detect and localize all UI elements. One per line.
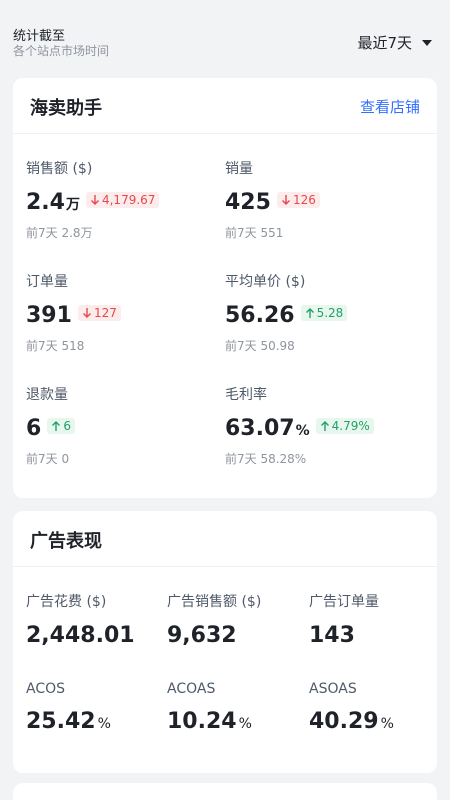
delta-value: 126 <box>292 193 316 207</box>
metric-previous: 前7天 58.28% <box>225 452 307 466</box>
ad-metric-value: 9,632 <box>167 623 237 648</box>
metric-value: 6 <box>26 416 42 441</box>
metric-label: 订单量 <box>26 274 68 290</box>
ad-metric-acoas: ACOAS 10.24 % <box>167 681 252 734</box>
metric-previous: 前7天 0 <box>26 452 70 466</box>
metric-value: 56.26 <box>225 303 295 328</box>
delta-value: 6 <box>63 419 71 433</box>
ad-metric-unit: % <box>380 716 394 732</box>
ad-metric-acos: ACOS 25.42 % <box>26 681 111 734</box>
arrow-down-icon <box>90 195 99 205</box>
cutoff-subtitle: 各个站点市场时间 <box>13 44 110 58</box>
metric-unit: 万 <box>65 197 80 213</box>
metric-orders: 订单量 391 127 前7天 518 <box>26 271 121 354</box>
date-range-value: 最近7天 <box>357 34 412 52</box>
metric-value: 2.4 <box>26 190 65 215</box>
delta-badge: 4,179.67 <box>85 192 160 208</box>
arrow-up-icon <box>320 421 329 431</box>
ad-metric-value: 25.42 <box>26 709 96 734</box>
delta-value: 4,179.67 <box>101 193 156 207</box>
ad-metric-sales: 广告销售额 ($) 9,632 <box>167 591 261 648</box>
ad-metric-label: ACOS <box>26 681 66 697</box>
metric-avg-price: 平均单价 ($) 56.26 5.28 前7天 50.98 <box>225 271 348 354</box>
delta-badge: 6 <box>47 418 75 434</box>
ad-metric-label: 广告花费 ($) <box>26 594 107 610</box>
delta-badge: 4.79% <box>315 418 374 434</box>
store-card-header: 海卖助手 查看店铺 <box>13 78 437 134</box>
date-range-select[interactable]: 最近7天 <box>357 32 432 53</box>
arrow-down-icon <box>281 195 290 205</box>
metric-gross-margin: 毛利率 63.07 % 4.79% 前7天 58.28% <box>225 384 374 467</box>
metric-sales: 销售额 ($) 2.4 万 4,179.67 前7天 2.8万 <box>26 158 160 241</box>
ad-metric-label: ASOAS <box>309 681 357 697</box>
metric-label: 退款量 <box>26 387 68 403</box>
metric-value: 425 <box>225 190 271 215</box>
top-bar: 统计截至 各个站点市场时间 最近7天 <box>0 0 450 68</box>
ad-metric-value: 2,448.01 <box>26 623 135 648</box>
ad-metric-value: 40.29 <box>309 709 379 734</box>
metric-label: 平均单价 ($) <box>225 274 306 290</box>
delta-badge: 5.28 <box>300 305 348 321</box>
metric-previous: 前7天 518 <box>26 339 85 353</box>
view-store-link[interactable]: 查看店铺 <box>360 96 420 117</box>
ad-metric-asoas: ASOAS 40.29 % <box>309 681 394 734</box>
ad-metric-orders: 广告订单量 143 <box>309 591 379 648</box>
caret-down-icon <box>422 39 432 46</box>
metric-label: 销量 <box>225 161 253 177</box>
metric-previous: 前7天 551 <box>225 226 284 240</box>
metric-unit: % <box>295 423 310 439</box>
store-card-title: 海卖助手 <box>30 98 102 119</box>
ad-metric-label: ACOAS <box>167 681 216 697</box>
delta-value: 4.79% <box>331 419 370 433</box>
next-card-partial <box>13 783 437 800</box>
metric-label: 销售额 ($) <box>26 161 93 177</box>
ad-performance-card: 广告表现 广告花费 ($) 2,448.01 广告销售额 ($) 9,632 广… <box>13 511 437 773</box>
ad-metric-label: 广告订单量 <box>309 594 379 610</box>
metric-label: 毛利率 <box>225 387 267 403</box>
metric-value: 63.07 <box>225 416 295 441</box>
ad-metric-label: 广告销售额 ($) <box>167 594 262 610</box>
ad-card-header: 广告表现 <box>13 511 437 567</box>
delta-value: 127 <box>93 306 117 320</box>
ad-metric-unit: % <box>238 716 252 732</box>
delta-value: 5.28 <box>316 306 344 320</box>
ad-metric-value: 143 <box>309 623 355 648</box>
ad-metric-value: 10.24 <box>167 709 237 734</box>
arrow-down-icon <box>82 308 91 318</box>
ad-card-title: 广告表现 <box>30 531 102 552</box>
store-card: 海卖助手 查看店铺 销售额 ($) 2.4 万 4,179.67 前7天 2.8… <box>13 78 437 498</box>
ad-metric-unit: % <box>97 716 111 732</box>
metric-value: 391 <box>26 303 72 328</box>
metric-refunds: 退款量 6 6 前7天 0 <box>26 384 75 467</box>
metric-units: 销量 425 126 前7天 551 <box>225 158 320 241</box>
ad-metric-spend: 广告花费 ($) 2,448.01 <box>26 591 135 648</box>
metric-previous: 前7天 2.8万 <box>26 226 93 240</box>
delta-badge: 126 <box>276 192 320 208</box>
metric-previous: 前7天 50.98 <box>225 339 295 353</box>
delta-badge: 127 <box>77 305 121 321</box>
arrow-up-icon <box>305 308 314 318</box>
arrow-up-icon <box>52 421 61 431</box>
